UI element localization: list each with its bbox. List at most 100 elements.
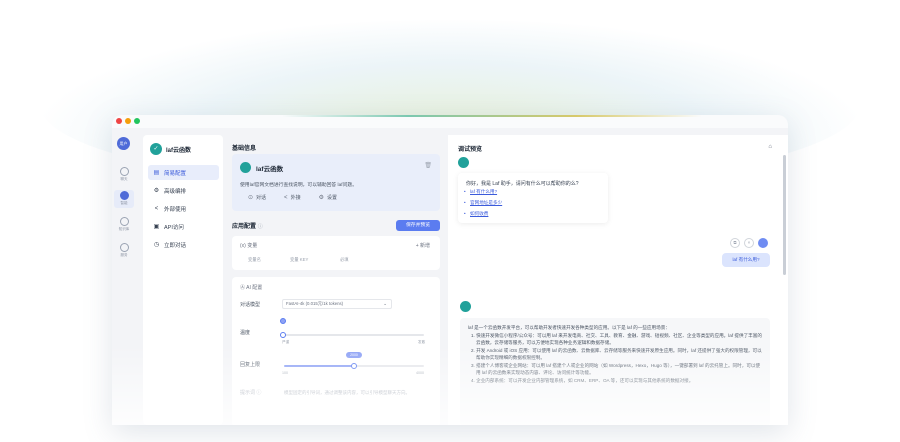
rail-item-label: 服务 xyxy=(120,253,128,257)
maximize-window-dot[interactable] xyxy=(134,118,140,124)
rail-item-agent[interactable]: 智能 xyxy=(114,190,134,208)
share-action-button[interactable]: < 外接 xyxy=(284,194,301,202)
reply-limit-label: 回复上限 xyxy=(240,362,261,368)
action-label: 设置 xyxy=(326,195,337,201)
reply-limit-value-badge: 2000 xyxy=(346,352,362,358)
gear-icon: ⚙ xyxy=(318,195,324,201)
var-col-required: 必填 xyxy=(340,257,349,262)
app-brand: ✓ laf云函数 xyxy=(150,143,191,155)
nav-item-label: 外部使用 xyxy=(164,206,187,213)
app-nav-panel: ✓ laf云函数 ▤ 简易配置 ⚙ 高级编排 < 外部使用 ▣ API访问 ◷ … xyxy=(143,135,223,425)
greeting-bubble: 你好，我是 Laf 助手，请问有什么可以帮助你的么? laf 有什么用? 官网地… xyxy=(458,173,608,223)
user-avatar[interactable]: 用户 xyxy=(117,137,130,150)
app-name: laf云函数 xyxy=(166,147,192,154)
nav-item-external[interactable]: < 外部使用 xyxy=(148,201,219,216)
answer-intro: laf 是一个云函数开发平台，可以帮助开发者快速开发各种类型的应用。以下是 la… xyxy=(468,325,670,330)
laf-logo-icon: ✓ xyxy=(150,143,162,155)
temperature-min-label: 严谨 xyxy=(282,340,290,344)
rail-item-service[interactable]: 服务 xyxy=(114,242,134,260)
var-col-key: 变量 KEY xyxy=(290,257,309,262)
add-variable-button[interactable]: + 新增 xyxy=(416,242,430,249)
action-label: 外接 xyxy=(290,195,301,201)
prompt-label: 提示词 ⓘ xyxy=(240,390,262,396)
nav-item-label: 简易配置 xyxy=(164,170,187,177)
chat-action-button[interactable]: ⊙ 对话 xyxy=(248,194,266,201)
nav-item-simple-config[interactable]: ▤ 简易配置 xyxy=(148,165,219,180)
bot-header: laf云函数 xyxy=(240,162,283,173)
window-titlebar xyxy=(112,115,788,128)
answer-bubble: laf 是一个云函数开发平台，可以帮助开发者快速开发各种类型的应用。以下是 la… xyxy=(460,318,770,425)
bot-name: laf云函数 xyxy=(256,165,284,173)
share-icon: < xyxy=(154,205,159,212)
rail-item-label: 知识库 xyxy=(118,227,130,231)
help-icon[interactable]: ⓘ xyxy=(258,224,263,230)
preview-title: 调试预览 xyxy=(458,147,483,153)
debug-preview-panel: 调试预览 ⌂ 你好，我是 Laf 助手，请问有什么可以帮助你的么? laf 有什… xyxy=(448,135,788,425)
greeting-text: 你好，我是 Laf 助手，请问有什么可以帮助你的么? xyxy=(466,181,579,187)
rail-item-chat[interactable]: 聊天 xyxy=(114,166,134,184)
model-select[interactable]: FastAI-4k (0.015元/1k tokens) ⌄ xyxy=(282,299,392,309)
delete-icon[interactable]: 🗑 xyxy=(424,162,432,169)
nav-item-advanced[interactable]: ⚙ 高级编排 xyxy=(148,183,219,198)
settings-action-button[interactable]: ⚙ 设置 xyxy=(319,194,337,201)
titlebar-accent-line xyxy=(282,115,702,117)
variables-title: (x) 变量 xyxy=(240,243,258,249)
reply-limit-handle[interactable] xyxy=(351,363,357,369)
temperature-label: 温度 xyxy=(240,330,251,336)
user-message-bubble: laf 有什么用? xyxy=(722,253,770,267)
chat-icon xyxy=(119,167,129,176)
model-value: FastAI-4k (0.015元/1k tokens) xyxy=(286,301,344,306)
reply-limit-max-label: 4000 xyxy=(416,371,424,375)
temperature-max-label: 发散 xyxy=(418,340,426,344)
model-label: 对话模型 xyxy=(240,302,261,308)
answer-item: 3. 搭建个人博客或企业网站：可以用 laf 搭建个人或企业的网站（如 Word… xyxy=(471,363,761,375)
answer-item: 1. 快速开发微信小程序/公众号：可以用 laf 来开发电商、社交、工具、教育、… xyxy=(471,333,762,345)
app-window: 用户 聊天 智能 知识库 服务 ✓ laf云函数 ▤ 简易配置 ⚙ 高级编排 <… xyxy=(112,115,788,425)
delete-message-icon[interactable]: × xyxy=(744,238,754,248)
bot-actions: ⊙ 对话 < 外接 ⚙ 设置 xyxy=(248,194,337,202)
ai-config-title: Ⓐ AI 配置 xyxy=(240,285,263,291)
temperature-track[interactable] xyxy=(284,334,424,336)
database-icon xyxy=(119,217,129,226)
gear-icon: ⚙ xyxy=(153,188,160,194)
prompt-input[interactable]: 模型固定的引导词，通过调整该内容，可以引导模型聊天方向。 xyxy=(284,390,410,396)
app-config-title-text: 应用配置 xyxy=(232,224,257,230)
suggestion-link[interactable]: 官网地址是多少 xyxy=(464,200,502,206)
chat-icon: ⊙ xyxy=(248,195,254,201)
config-icon: ▤ xyxy=(153,170,160,176)
clear-chat-icon[interactable]: ⌂ xyxy=(768,144,772,150)
close-window-dot[interactable] xyxy=(116,118,122,124)
clock-icon: ◷ xyxy=(153,242,160,248)
suggestion-link[interactable]: laf 有什么用? xyxy=(464,189,497,195)
copy-icon[interactable]: ⧉ xyxy=(730,238,740,248)
rail-item-knowledge[interactable]: 知识库 xyxy=(114,216,134,234)
chevron-down-icon: ⌄ xyxy=(383,301,387,306)
nav-item-api[interactable]: ▣ API访问 xyxy=(148,219,219,234)
nav-list: ▤ 简易配置 ⚙ 高级编排 < 外部使用 ▣ API访问 ◷ 立即对话 xyxy=(148,165,219,255)
bot-avatar xyxy=(460,301,471,312)
service-icon xyxy=(119,243,129,252)
reply-limit-min-label: 100 xyxy=(282,371,288,375)
nav-item-chat-now[interactable]: ◷ 立即对话 xyxy=(148,237,219,252)
nav-item-label: API访问 xyxy=(164,224,184,231)
preview-scrollbar[interactable] xyxy=(783,155,786,275)
bot-avatar xyxy=(458,157,469,168)
agent-icon xyxy=(119,191,129,200)
bot-description: 使用laf官网文档进行查找说明，可以辅助回答 laf问题。 xyxy=(240,183,357,188)
screenshot-stage: 用户 聊天 智能 知识库 服务 ✓ laf云函数 ▤ 简易配置 ⚙ 高级编排 <… xyxy=(0,0,900,442)
basic-info-card: laf云函数 🗑 使用laf官网文档进行查找说明，可以辅助回答 laf问题。 ⊙… xyxy=(232,154,440,211)
temperature-handle[interactable] xyxy=(280,332,286,338)
api-icon: ▣ xyxy=(153,224,160,230)
save-and-preview-button[interactable]: 保存并预览 xyxy=(396,220,440,231)
minimize-window-dot[interactable] xyxy=(125,118,131,124)
ai-config-card: Ⓐ AI 配置 对话模型 FastAI-4k (0.015元/1k tokens… xyxy=(232,277,440,425)
bot-avatar[interactable] xyxy=(240,162,251,173)
left-icon-rail: 用户 聊天 智能 知识库 服务 xyxy=(112,128,136,425)
suggestion-link[interactable]: 如何收费 xyxy=(464,211,489,217)
action-label: 对话 xyxy=(256,195,267,201)
rail-item-label: 聊天 xyxy=(120,177,128,181)
answer-item: 2. 开发 Android 或 iOS 应用：可以使用 laf 的云函数、云数据… xyxy=(471,348,762,360)
config-panel: 基础信息 laf云函数 🗑 使用laf官网文档进行查找说明，可以辅助回答 laf… xyxy=(230,135,441,425)
nav-item-label: 立即对话 xyxy=(164,242,187,249)
nav-item-label: 高级编排 xyxy=(164,188,187,195)
